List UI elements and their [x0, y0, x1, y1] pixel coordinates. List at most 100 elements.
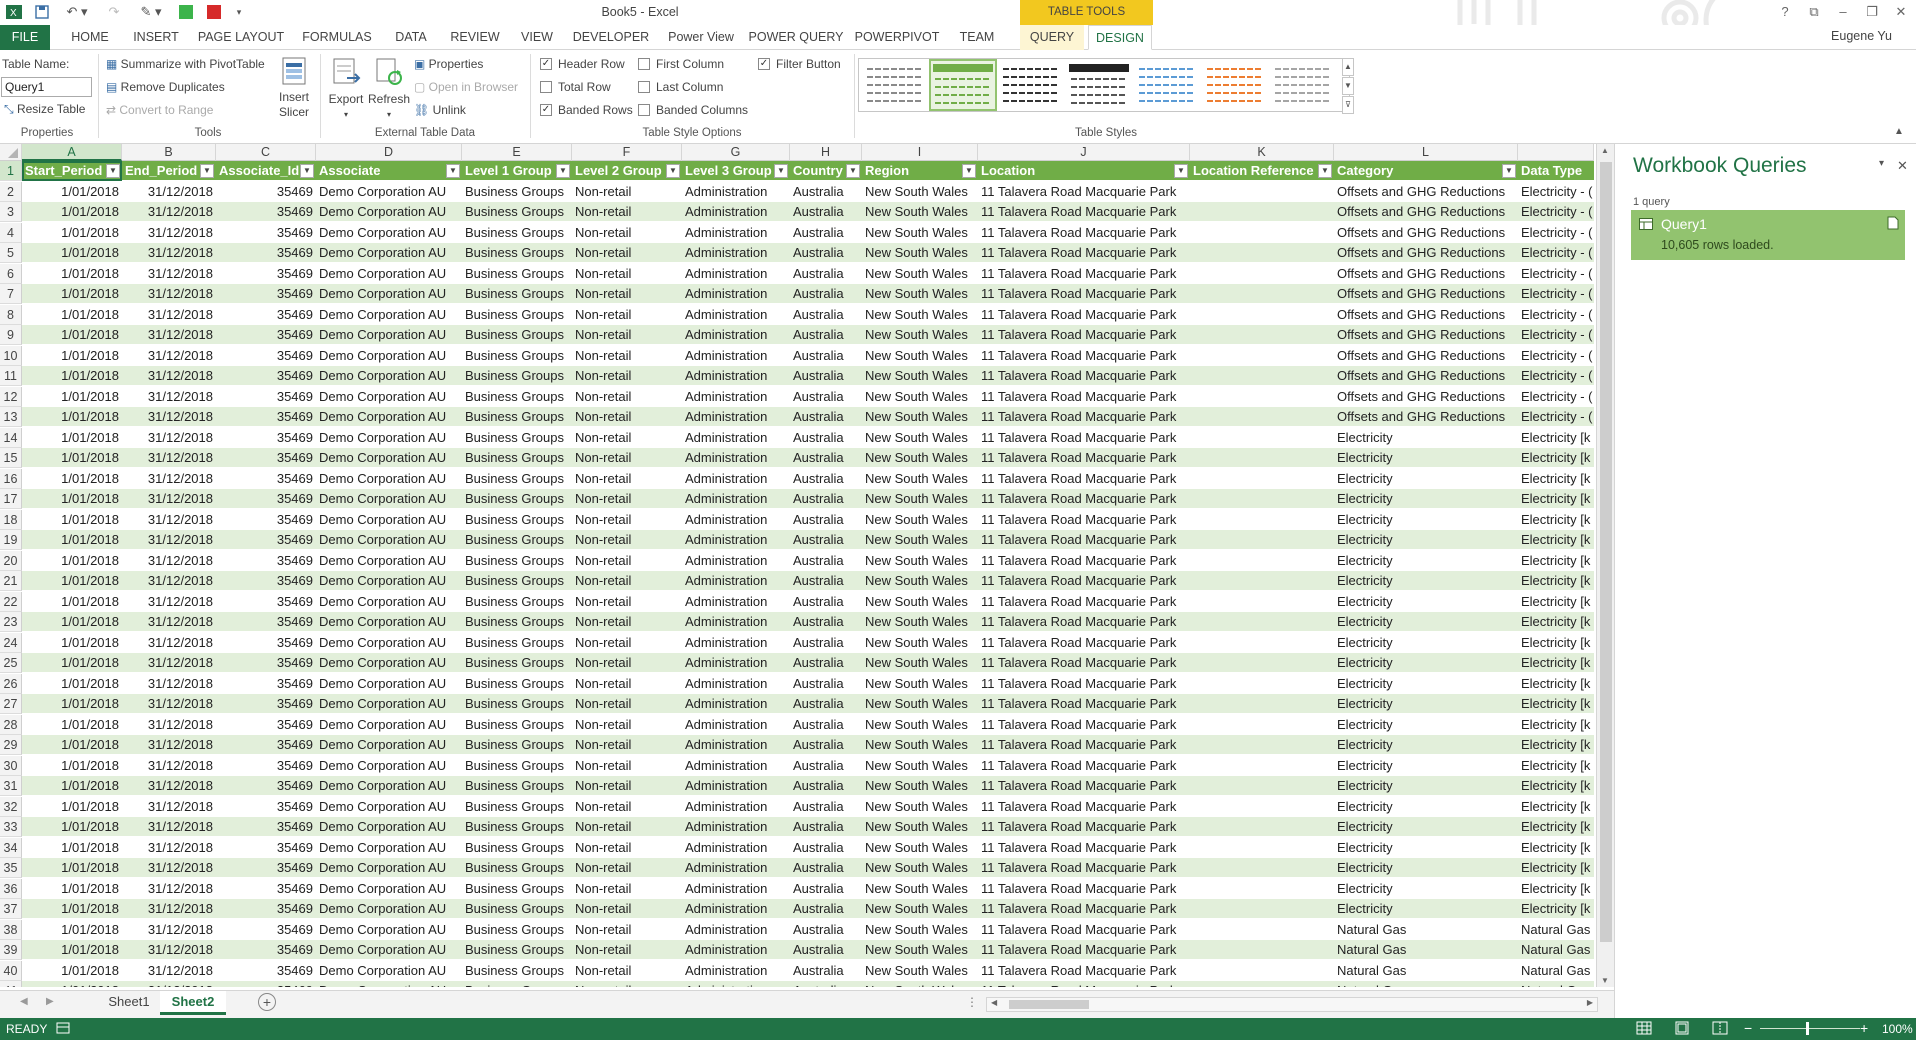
- header-cell-region[interactable]: Region: [862, 161, 978, 181]
- zoom-level[interactable]: 100%: [1882, 1022, 1913, 1036]
- cell-category[interactable]: Electricity: [1334, 612, 1518, 632]
- tab-formulas[interactable]: FORMULAS: [296, 25, 378, 50]
- filter-dropdown-icon[interactable]: ▼: [962, 164, 976, 178]
- cell-location-reference[interactable]: [1190, 469, 1334, 489]
- cell-level-1-group[interactable]: Business Groups: [462, 182, 572, 202]
- cell-level-3-group[interactable]: Administration: [682, 797, 790, 817]
- cell-country[interactable]: Australia: [790, 346, 862, 366]
- header-cell-data-type[interactable]: Data Type: [1518, 161, 1594, 181]
- cell-end-period[interactable]: 31/12/2018: [122, 920, 216, 940]
- cell-region[interactable]: New South Wales: [862, 776, 978, 796]
- cell-level-2-group[interactable]: Non-retail: [572, 366, 682, 386]
- insert-slicer-button[interactable]: Insert Slicer: [276, 56, 312, 120]
- tab-insert[interactable]: INSERT: [126, 25, 186, 50]
- zoom-slider-thumb[interactable]: [1806, 1022, 1809, 1035]
- cell-associate[interactable]: Demo Corporation AU: [316, 694, 462, 714]
- cell-level-1-group[interactable]: Business Groups: [462, 284, 572, 304]
- cell-data-type[interactable]: Natural Gas: [1518, 981, 1594, 987]
- cell-end-period[interactable]: 31/12/2018: [122, 284, 216, 304]
- cell-end-period[interactable]: 31/12/2018: [122, 653, 216, 673]
- cell-region[interactable]: New South Wales: [862, 510, 978, 530]
- row-number[interactable]: 18: [0, 509, 22, 530]
- cell-location[interactable]: 11 Talavera Road Macquarie Park: [978, 571, 1190, 591]
- cell-associate-id[interactable]: 35469: [216, 305, 316, 325]
- cell-associate-id[interactable]: 35469: [216, 284, 316, 304]
- cell-associate[interactable]: Demo Corporation AU: [316, 407, 462, 427]
- cell-location-reference[interactable]: [1190, 879, 1334, 899]
- cell-level-1-group[interactable]: Business Groups: [462, 879, 572, 899]
- cell-data-type[interactable]: Electricity - (: [1518, 223, 1594, 243]
- cell-category[interactable]: Electricity: [1334, 469, 1518, 489]
- cell-level-2-group[interactable]: Non-retail: [572, 592, 682, 612]
- cell-data-type[interactable]: Electricity [k: [1518, 899, 1594, 919]
- cell-level-1-group[interactable]: Business Groups: [462, 715, 572, 735]
- cell-region[interactable]: New South Wales: [862, 571, 978, 591]
- cell-start-period[interactable]: 1/01/2018: [22, 715, 122, 735]
- cell-region[interactable]: New South Wales: [862, 592, 978, 612]
- cell-associate[interactable]: Demo Corporation AU: [316, 264, 462, 284]
- cell-level-1-group[interactable]: Business Groups: [462, 469, 572, 489]
- cell-associate-id[interactable]: 35469: [216, 838, 316, 858]
- tab-home[interactable]: HOME: [62, 25, 118, 50]
- cell-country[interactable]: Australia: [790, 961, 862, 981]
- cell-end-period[interactable]: 31/12/2018: [122, 756, 216, 776]
- cell-start-period[interactable]: 1/01/2018: [22, 489, 122, 509]
- cell-country[interactable]: Australia: [790, 469, 862, 489]
- cell-country[interactable]: Australia: [790, 264, 862, 284]
- cell-associate-id[interactable]: 35469: [216, 817, 316, 837]
- cell-associate[interactable]: Demo Corporation AU: [316, 325, 462, 345]
- cell-location[interactable]: 11 Talavera Road Macquarie Park: [978, 428, 1190, 448]
- row-number[interactable]: 4: [0, 222, 22, 243]
- row-number[interactable]: 14: [0, 427, 22, 448]
- cell-associate-id[interactable]: 35469: [216, 448, 316, 468]
- cell-location[interactable]: 11 Talavera Road Macquarie Park: [978, 407, 1190, 427]
- cell-start-period[interactable]: 1/01/2018: [22, 961, 122, 981]
- cell-country[interactable]: Australia: [790, 858, 862, 878]
- cell-region[interactable]: New South Wales: [862, 899, 978, 919]
- unlink-button[interactable]: ⛓ Unlink: [414, 103, 466, 117]
- cell-level-2-group[interactable]: Non-retail: [572, 756, 682, 776]
- gallery-more-icon[interactable]: ⊽: [1342, 96, 1354, 114]
- cell-region[interactable]: New South Wales: [862, 305, 978, 325]
- cell-level-3-group[interactable]: Administration: [682, 776, 790, 796]
- cell-location[interactable]: 11 Talavera Road Macquarie Park: [978, 879, 1190, 899]
- cell-associate-id[interactable]: 35469: [216, 489, 316, 509]
- cell-level-2-group[interactable]: Non-retail: [572, 346, 682, 366]
- cell-location-reference[interactable]: [1190, 797, 1334, 817]
- cell-category[interactable]: Electricity: [1334, 715, 1518, 735]
- cell-data-type[interactable]: Electricity [k: [1518, 530, 1594, 550]
- cell-end-period[interactable]: 31/12/2018: [122, 448, 216, 468]
- cell-start-period[interactable]: 1/01/2018: [22, 510, 122, 530]
- cell-level-2-group[interactable]: Non-retail: [572, 510, 682, 530]
- cell-level-3-group[interactable]: Administration: [682, 571, 790, 591]
- cell-associate[interactable]: Demo Corporation AU: [316, 387, 462, 407]
- cell-country[interactable]: Australia: [790, 735, 862, 755]
- cell-associate-id[interactable]: 35469: [216, 776, 316, 796]
- cell-end-period[interactable]: 31/12/2018: [122, 838, 216, 858]
- cell-level-2-group[interactable]: Non-retail: [572, 243, 682, 263]
- cell-level-1-group[interactable]: Business Groups: [462, 920, 572, 940]
- filter-dropdown-icon[interactable]: ▼: [300, 164, 314, 178]
- cell-start-period[interactable]: 1/01/2018: [22, 469, 122, 489]
- cell-end-period[interactable]: 31/12/2018: [122, 264, 216, 284]
- cell-category[interactable]: Electricity: [1334, 592, 1518, 612]
- cell-end-period[interactable]: 31/12/2018: [122, 715, 216, 735]
- cell-data-type[interactable]: Electricity [k: [1518, 592, 1594, 612]
- cell-region[interactable]: New South Wales: [862, 243, 978, 263]
- cell-end-period[interactable]: 31/12/2018: [122, 571, 216, 591]
- cell-level-2-group[interactable]: Non-retail: [572, 325, 682, 345]
- cell-associate[interactable]: Demo Corporation AU: [316, 735, 462, 755]
- cell-associate-id[interactable]: 35469: [216, 182, 316, 202]
- column-header-k[interactable]: K: [1190, 144, 1334, 161]
- cell-region[interactable]: New South Wales: [862, 879, 978, 899]
- zoom-out-icon[interactable]: −: [1744, 1020, 1752, 1036]
- cell-end-period[interactable]: 31/12/2018: [122, 469, 216, 489]
- cell-start-period[interactable]: 1/01/2018: [22, 264, 122, 284]
- last-column-checkbox[interactable]: [638, 81, 650, 93]
- cell-category[interactable]: Electricity: [1334, 530, 1518, 550]
- cell-start-period[interactable]: 1/01/2018: [22, 366, 122, 386]
- scroll-down-icon[interactable]: ▼: [1601, 976, 1609, 985]
- cell-region[interactable]: New South Wales: [862, 612, 978, 632]
- cell-start-period[interactable]: 1/01/2018: [22, 551, 122, 571]
- cell-region[interactable]: New South Wales: [862, 366, 978, 386]
